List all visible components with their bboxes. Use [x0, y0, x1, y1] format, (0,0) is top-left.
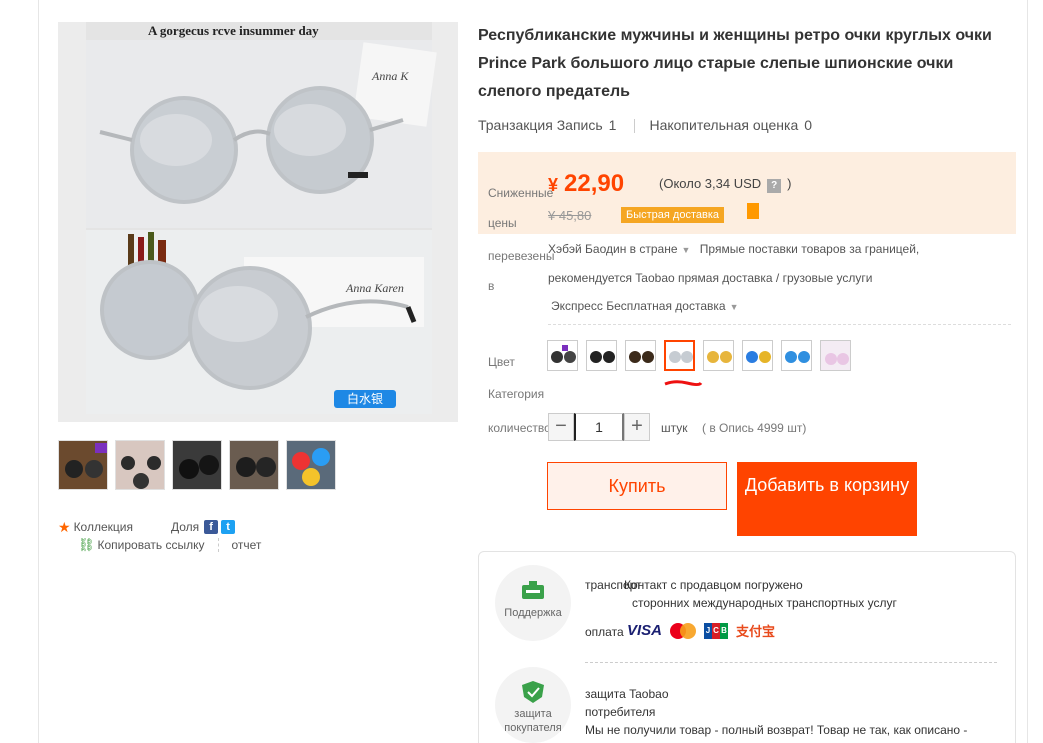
- color-swatch-4-selected[interactable]: [664, 340, 695, 371]
- support-icon: [522, 581, 544, 599]
- buyer-protection-badge: защита покупателя: [495, 667, 571, 743]
- quantity-decrease-button[interactable]: −: [548, 413, 574, 441]
- consumer-label: потребителя: [585, 705, 656, 719]
- shipping-label: перевезены в: [488, 249, 555, 293]
- quantity-increase-button[interactable]: +: [624, 413, 650, 441]
- current-price: ¥22,90: [548, 170, 624, 198]
- quantity-unit: штук: [661, 421, 688, 435]
- taobao-protection: защита Taobao: [585, 687, 669, 701]
- facebook-icon[interactable]: f: [204, 520, 219, 534]
- jcb-logo: JCB: [704, 622, 729, 639]
- mastercard-logo: [670, 622, 697, 640]
- approx-text: (Около 3,34 USD: [659, 176, 762, 191]
- image-brand-2: Anna Karen: [345, 281, 404, 295]
- service-panel: Поддержка транспорт Контакт с продавцом …: [478, 551, 1016, 743]
- buy-now-button[interactable]: Купить: [547, 462, 727, 510]
- transactions-label: Транзакция Запись: [478, 117, 603, 133]
- express-select[interactable]: Экспресс Бесплатная доставка ▼: [551, 299, 738, 313]
- transport-text-1: Контакт с продавцом погружено: [624, 578, 803, 592]
- stats-divider: [634, 119, 636, 134]
- star-icon[interactable]: ★: [58, 519, 71, 536]
- add-to-cart-button[interactable]: Добавить в корзину: [737, 462, 917, 536]
- shipping-recommend: рекомендуется Taobao прямая доставка / г…: [548, 271, 873, 285]
- shipping-direct: Прямые поставки товаров за границей,: [699, 242, 920, 256]
- protection-label: защита покупателя: [504, 708, 562, 734]
- support-badge: Поддержка: [495, 565, 571, 641]
- report-link[interactable]: отчет: [231, 538, 261, 552]
- image-badge: 白水银: [347, 391, 383, 406]
- promo-marker: [747, 203, 759, 219]
- service-divider: [585, 662, 997, 663]
- thumbnail-4[interactable]: [229, 440, 279, 490]
- share-label: Доля: [170, 520, 200, 534]
- image-caption: A gorgecus rcve insummer day: [148, 23, 319, 38]
- shield-icon: [522, 681, 544, 703]
- express-label: Экспресс Бесплатная доставка: [551, 299, 726, 313]
- chevron-down-icon: ▼: [729, 302, 739, 312]
- copy-link-button[interactable]: Копировать ссылку: [98, 538, 205, 552]
- selection-underline-mark: [664, 380, 703, 386]
- alipay-logo: 支付宝: [736, 624, 776, 639]
- shipping-region: стране: [639, 242, 678, 256]
- thumbnail-3[interactable]: [172, 440, 222, 490]
- stock-count: ( в Опись 4999 шт): [702, 421, 807, 435]
- payment-logos: VISA JCB 支付宝: [627, 621, 775, 640]
- chevron-down-icon: ▼: [681, 245, 691, 255]
- approx-close: ): [787, 176, 792, 191]
- color-label: Цвет Категория: [488, 355, 545, 401]
- product-page: A gorgecus rcve insummer day Anna K Anna: [38, 0, 1028, 743]
- fast-delivery-badge: Быстрая доставка: [621, 207, 724, 223]
- approx-usd: (Около 3,34 USD?): [659, 176, 792, 193]
- product-stats: Транзакция Запись 1 Накопительная оценка 0: [478, 117, 830, 134]
- price-amount: 22,90: [564, 170, 625, 197]
- rating-value: 0: [804, 117, 813, 133]
- thumbnail-5[interactable]: [286, 440, 336, 490]
- product-title: Республиканские мужчины и женщины ретро …: [478, 27, 992, 100]
- help-icon[interactable]: ?: [767, 179, 782, 193]
- main-product-image[interactable]: A gorgecus rcve insummer day Anna K Anna: [58, 22, 458, 422]
- link-icon[interactable]: ⛓: [78, 537, 95, 553]
- shipping-origin: Хэбэй Баодин в стране ▼ Прямые поставки т…: [548, 242, 919, 256]
- color-swatch-1[interactable]: [547, 340, 578, 371]
- currency-symbol: ¥: [548, 175, 559, 195]
- price-label: Сниженные цены: [488, 186, 554, 230]
- image-brand-1: Anna K: [371, 69, 409, 83]
- price-panel: Сниженные цены ¥22,90 (Около 3,34 USD?) …: [478, 152, 1016, 234]
- transactions-value: 1: [608, 117, 617, 133]
- rating-label: Накопительная оценка: [649, 117, 799, 133]
- quantity-stepper: − +: [548, 413, 650, 441]
- color-swatch-6[interactable]: [742, 340, 773, 371]
- color-swatches: [547, 340, 851, 371]
- refund-text: Мы не получили товар - полный возврат! Т…: [585, 723, 968, 737]
- twitter-icon[interactable]: t: [221, 520, 236, 534]
- quantity-label: количество: [488, 421, 551, 435]
- shipping-region-select[interactable]: стране ▼: [639, 242, 690, 256]
- quantity-input[interactable]: [574, 413, 624, 441]
- shipping-from: Хэбэй Баодин в: [548, 242, 637, 256]
- transport-text-2: сторонних международных транспортных усл…: [632, 596, 897, 610]
- thumbnail-strip: [58, 440, 336, 492]
- color-swatch-8[interactable]: [820, 340, 851, 371]
- thumbnail-1[interactable]: [58, 440, 108, 490]
- color-swatch-7[interactable]: [781, 340, 812, 371]
- visa-logo: VISA: [627, 622, 663, 639]
- favorite-link[interactable]: Коллекция: [74, 520, 133, 534]
- color-swatch-2[interactable]: [586, 340, 617, 371]
- payment-label: оплата: [585, 625, 624, 639]
- color-swatch-5[interactable]: [703, 340, 734, 371]
- shipping-divider: [548, 324, 1011, 325]
- item-actions: ★ Коллекция Доля f t ⛓ Копировать ссылку…: [58, 518, 458, 554]
- action-divider: [218, 538, 220, 552]
- thumbnail-2[interactable]: [115, 440, 165, 490]
- support-label: Поддержка: [504, 607, 562, 619]
- original-price: ¥ 45,80: [548, 208, 592, 223]
- color-swatch-3[interactable]: [625, 340, 656, 371]
